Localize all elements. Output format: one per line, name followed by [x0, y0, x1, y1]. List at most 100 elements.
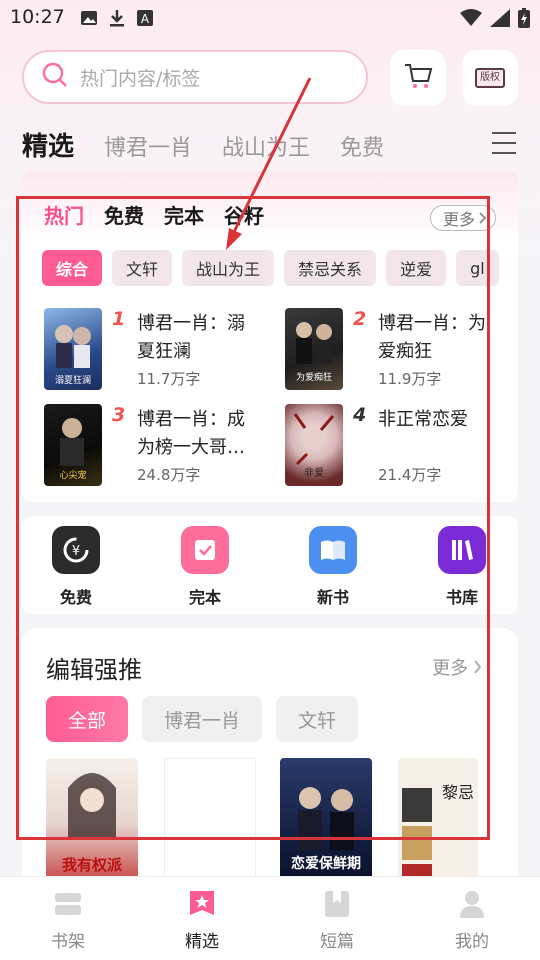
rank-item-4[interactable]: 非爱 4 非正常恋爱 21.4万字 — [285, 404, 515, 488]
shortcut-label: 新书 — [316, 588, 349, 607]
book-cover: 溺夏狂澜 — [44, 308, 102, 390]
top-tabs: 精选 博君一肖 战山为王 免费 — [22, 126, 414, 163]
tab-zhanshan[interactable]: 战山为王 — [222, 130, 310, 162]
chip-reverse-love[interactable]: 逆爱 — [386, 250, 447, 286]
svg-text:为爱痴狂: 为爱痴狂 — [296, 371, 332, 383]
rank-item-3[interactable]: 心尖宠 3 博君一肖：成为榜一大哥… 24.8万字 — [44, 404, 274, 488]
status-bar: 10:27 A — [0, 0, 540, 40]
rank-title: 博君一肖：溺夏狂澜 — [137, 313, 245, 362]
star-bookmark-icon — [187, 889, 217, 919]
editor-chip-row: 全部 博君一肖 文轩 — [46, 696, 359, 742]
signal-icon — [490, 9, 510, 31]
hot-ranking-card: 热门 免费 完本 谷籽 更多 综合 文轩 战山为王 禁忌关系 逆爱 gl 溺夏狂… — [22, 172, 518, 502]
rank-title: 博君一肖：成为榜一大哥… — [137, 409, 245, 458]
rank-title: 非正常恋爱 — [378, 409, 468, 430]
user-icon — [457, 889, 487, 919]
shortcut-label: 完本 — [188, 588, 221, 607]
nav-bookshelf[interactable]: 书架 — [28, 889, 108, 952]
nav-label: 我的 — [455, 932, 489, 952]
editor-more-button[interactable]: 更多 — [432, 654, 482, 680]
chip-all[interactable]: 综合 — [42, 250, 103, 286]
wifi-icon — [460, 9, 482, 31]
editor-chip-all[interactable]: 全部 — [46, 696, 129, 742]
chip-gl[interactable]: gl — [456, 250, 499, 286]
book-cover: 心尖宠 — [44, 404, 102, 486]
chip-zhanshan[interactable]: 战山为王 — [182, 250, 275, 286]
rank-number: 4 — [353, 404, 367, 426]
shortcut-finished[interactable]: 完本 — [173, 526, 237, 608]
rank-title: 博君一肖：为爱痴狂 — [378, 313, 486, 362]
svg-text:我有权派: 我有权派 — [62, 856, 123, 874]
menu-icon[interactable] — [492, 132, 516, 154]
hot-more-button[interactable]: 更多 — [429, 205, 496, 231]
app-a-icon: A — [136, 9, 154, 27]
rank-item-1[interactable]: 溺夏狂澜 1 博君一肖：溺夏狂澜 11.7万字 — [44, 308, 274, 392]
cart-button[interactable] — [390, 50, 446, 106]
book-cover[interactable]: 恋爱保鲜期 — [280, 758, 372, 888]
bookshelf-icon — [53, 889, 83, 919]
hot-tab-finished[interactable]: 完本 — [164, 200, 204, 229]
shortcut-new-books[interactable]: 新书 — [301, 526, 365, 608]
chevron-right-icon — [474, 658, 482, 679]
editor-more-label: 更多 — [432, 658, 469, 679]
svg-text:溺夏狂澜: 溺夏狂澜 — [55, 375, 91, 386]
category-shortcut-row: ¥ 免费 完本 新书 书库 — [22, 516, 518, 614]
cart-icon — [403, 61, 433, 95]
chevron-right-icon — [479, 209, 487, 228]
hot-more-label: 更多 — [442, 210, 475, 229]
hot-tab-popular[interactable]: 热门 — [44, 200, 84, 229]
shortcut-free[interactable]: ¥ 免费 — [44, 526, 108, 608]
rank-item-2[interactable]: 为爱痴狂 2 博君一肖：为爱痴狂 11.9万字 — [285, 308, 515, 392]
editor-chip-bojun[interactable]: 博君一肖 — [142, 696, 263, 742]
chip-forbidden[interactable]: 禁忌关系 — [284, 250, 377, 286]
open-book-icon — [309, 526, 357, 574]
download-icon — [108, 9, 126, 27]
hot-tab-guzi[interactable]: 谷籽 — [224, 200, 264, 229]
search-input[interactable]: 热门内容/标签 — [80, 64, 200, 91]
book-cover[interactable]: 我有权派 — [46, 758, 138, 888]
yuan-icon: ¥ — [52, 526, 100, 574]
svg-text:A: A — [141, 12, 150, 26]
rank-word-count: 24.8万字 — [137, 466, 201, 484]
library-icon — [438, 526, 486, 574]
rank-number: 2 — [353, 308, 367, 330]
rank-number: 3 — [112, 404, 126, 426]
nav-short-stories[interactable]: 短篇 — [297, 889, 377, 952]
book-cover[interactable]: 黎忌 — [398, 758, 478, 888]
status-time: 10:27 — [10, 6, 65, 28]
tab-bojun[interactable]: 博君一肖 — [104, 130, 192, 162]
hot-chip-row: 综合 文轩 战山为王 禁忌关系 逆爱 gl — [42, 250, 499, 286]
nav-label: 书架 — [51, 932, 85, 952]
shortcut-label: 免费 — [59, 588, 92, 607]
copyright-icon: 版权 — [475, 68, 505, 88]
battery-icon — [518, 8, 530, 32]
tab-featured[interactable]: 精选 — [22, 126, 74, 163]
nav-label: 短篇 — [320, 932, 354, 952]
shortcut-label: 书库 — [445, 588, 478, 607]
image-icon — [80, 9, 98, 27]
nav-featured[interactable]: 精选 — [162, 889, 242, 952]
svg-text:黎忌: 黎忌 — [442, 783, 474, 802]
rank-word-count: 11.7万字 — [137, 370, 201, 388]
search-icon — [42, 62, 68, 92]
nav-profile[interactable]: 我的 — [432, 889, 512, 952]
tab-free[interactable]: 免费 — [340, 130, 384, 162]
svg-text:非爱: 非爱 — [304, 466, 324, 479]
copyright-button[interactable]: 版权 — [462, 50, 518, 106]
search-box[interactable]: 热门内容/标签 — [22, 50, 368, 104]
bottom-nav: 书架 精选 短篇 我的 — [0, 876, 540, 960]
rank-word-count: 11.9万字 — [378, 370, 442, 388]
short-story-icon — [322, 889, 352, 919]
editor-chip-wenxuan[interactable]: 文轩 — [276, 696, 359, 742]
book-cover: 为爱痴狂 — [285, 308, 343, 390]
rank-number: 1 — [112, 308, 126, 330]
hot-tab-free[interactable]: 免费 — [104, 200, 144, 229]
svg-text:恋爱保鲜期: 恋爱保鲜期 — [291, 855, 361, 872]
book-cover[interactable] — [164, 758, 256, 888]
rank-word-count: 21.4万字 — [378, 466, 442, 484]
svg-text:心尖宠: 心尖宠 — [59, 469, 86, 481]
shortcut-library[interactable]: 书库 — [430, 526, 494, 608]
nav-label: 精选 — [185, 932, 219, 952]
chip-wenxuan[interactable]: 文轩 — [112, 250, 173, 286]
check-book-icon — [181, 526, 229, 574]
